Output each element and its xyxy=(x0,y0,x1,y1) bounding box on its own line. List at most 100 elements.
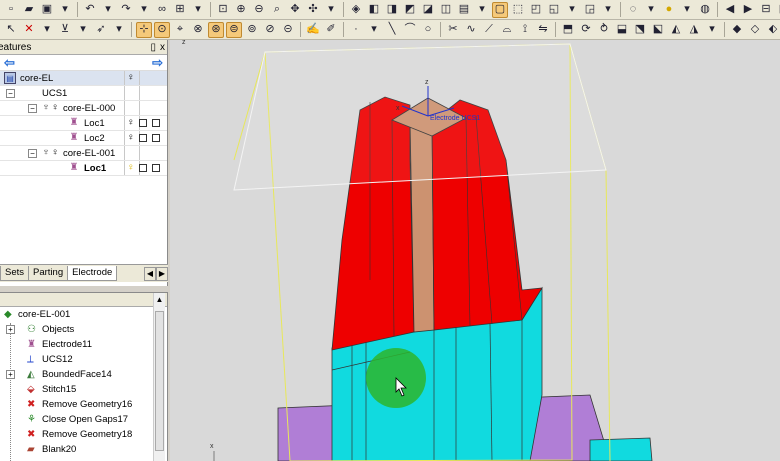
zoom-icon[interactable]: ⌕ xyxy=(269,2,285,18)
revolve-icon[interactable]: ⟳ xyxy=(578,22,594,38)
model-canvas[interactable]: z x Electrode UCS1 z x xyxy=(170,40,780,461)
dropdown-arrow-icon[interactable]: ▾ xyxy=(643,2,659,18)
pick-icon[interactable]: ➶ xyxy=(93,22,109,38)
table-icon[interactable]: ▦ xyxy=(776,2,780,18)
view-top-icon[interactable]: ◧ xyxy=(366,2,382,18)
render-icon[interactable]: ◱ xyxy=(546,2,562,18)
light-bulb-icon[interactable]: ♀ xyxy=(127,132,135,143)
new-file-icon[interactable]: ▫ xyxy=(3,2,19,18)
open-folder-icon[interactable]: ▰ xyxy=(21,2,37,18)
dropdown-arrow-icon[interactable]: ▾ xyxy=(704,22,720,38)
dropdown-arrow-icon[interactable]: ▾ xyxy=(679,2,695,18)
move-face-icon[interactable]: ⬖ xyxy=(765,22,780,38)
face-icon[interactable]: ◆ xyxy=(729,22,745,38)
tree-row-loc1-active[interactable]: ♜ Loc1 ♀ xyxy=(0,161,167,176)
ops-scrollbar[interactable]: ▲ xyxy=(153,293,165,461)
tree-row-core-el-000[interactable]: − ♆ ♀ core-EL-000 xyxy=(0,101,167,116)
tree-view-icon[interactable]: ⊟ xyxy=(758,2,774,18)
layer-checkbox[interactable] xyxy=(152,134,160,142)
sketch-edit-icon[interactable]: ✐ xyxy=(323,22,339,38)
shaded-mode-icon[interactable]: ▢ xyxy=(492,1,508,18)
extrude-icon[interactable]: ⬒ xyxy=(560,22,576,38)
tree-row-core-el[interactable]: ▤ core-EL ♀ xyxy=(0,71,167,86)
ops-item-remove-geometry18[interactable]: ✖ Remove Geometry18 xyxy=(0,427,167,442)
circle-icon[interactable]: ○ xyxy=(420,22,436,38)
collapse-toggle[interactable]: − xyxy=(28,148,37,158)
dropdown-arrow-icon[interactable]: ▾ xyxy=(190,2,206,18)
dropdown-arrow-icon[interactable]: ▾ xyxy=(111,22,127,38)
snap-edge-icon[interactable]: ⌖ xyxy=(172,22,188,38)
snap-quad-icon[interactable]: ⊘ xyxy=(262,22,278,38)
sketch-icon[interactable]: ✍ xyxy=(305,22,321,38)
3d-viewport[interactable]: z x Electrode UCS1 z x xyxy=(170,40,780,461)
trim-icon[interactable]: ✂ xyxy=(445,22,461,38)
view-bottom-icon[interactable]: ◫ xyxy=(438,2,454,18)
rotate-icon[interactable]: ✣ xyxy=(305,2,321,18)
dropdown-arrow-icon[interactable]: ▾ xyxy=(564,2,580,18)
ops-item-remove-geometry16[interactable]: ✖ Remove Geometry16 xyxy=(0,397,167,412)
scroll-thumb[interactable] xyxy=(155,311,164,451)
visibility-checkbox[interactable] xyxy=(139,119,147,127)
link-icon[interactable]: ∞ xyxy=(154,2,170,18)
tree-row-loc2[interactable]: ♜ Loc2 ♀ xyxy=(0,131,167,146)
tree-row-ucs1[interactable]: − UCS1 xyxy=(0,86,167,101)
blend-icon[interactable]: ⬕ xyxy=(650,22,666,38)
point-icon[interactable]: · xyxy=(348,22,364,38)
tree-row-core-el-001[interactable]: − ♆ ♀ core-EL-001 xyxy=(0,146,167,161)
snap-mid-icon[interactable]: ⊚ xyxy=(244,22,260,38)
filter-icon[interactable]: ⊻ xyxy=(57,22,73,38)
forward-arrow-icon[interactable]: ▶ xyxy=(740,2,756,18)
mirror-icon[interactable]: ⇋ xyxy=(535,22,551,38)
yellow-bulb-icon[interactable]: ● xyxy=(661,2,677,18)
light-bulb-icon[interactable]: ♀ xyxy=(127,117,135,128)
snap-center-icon[interactable]: ⊛ xyxy=(208,21,224,38)
dropdown-arrow-icon[interactable]: ▾ xyxy=(75,22,91,38)
draft-icon[interactable]: ◭ xyxy=(668,22,684,38)
tab-electrode[interactable]: Electrode xyxy=(67,266,118,281)
pan-icon[interactable]: ✥ xyxy=(287,2,303,18)
zoom-prev-icon[interactable]: ⊖ xyxy=(251,2,267,18)
surface-icon[interactable]: ◇ xyxy=(747,22,763,38)
ops-root-row[interactable]: ◆ core-EL-001 xyxy=(0,307,167,322)
ops-item-ucs12[interactable]: ⟂ UCS12 xyxy=(0,352,167,367)
view-front-icon[interactable]: ◨ xyxy=(384,2,400,18)
dropdown-arrow-icon[interactable]: ▾ xyxy=(57,2,73,18)
close-panel-button[interactable]: x xyxy=(160,42,165,53)
tab-scroll-left-icon[interactable]: ◀ xyxy=(144,266,156,281)
layer-checkbox[interactable] xyxy=(152,119,160,127)
offset-icon[interactable]: ⟟ xyxy=(517,22,533,38)
dropdown-arrow-icon[interactable]: ▾ xyxy=(366,22,382,38)
wireframe-icon[interactable]: ⬚ xyxy=(510,2,526,18)
light-bulb-icon[interactable]: ◌ xyxy=(625,2,641,18)
snap-grid-icon[interactable]: ⊹ xyxy=(136,21,152,38)
save-icon[interactable]: ▣ xyxy=(39,2,55,18)
spline-icon[interactable]: ∿ xyxy=(463,22,479,38)
zoom-all-icon[interactable]: ⊡ xyxy=(215,2,231,18)
tab-parting[interactable]: Parting xyxy=(28,266,69,281)
snap-tangent-icon[interactable]: ⊝ xyxy=(280,22,296,38)
expand-toggle[interactable]: + xyxy=(6,370,15,379)
view-back-icon[interactable]: ▤ xyxy=(456,2,472,18)
dropdown-arrow-icon[interactable]: ▾ xyxy=(100,2,116,18)
yellow-bulb-icon[interactable]: ♀ xyxy=(127,162,135,173)
tab-sets[interactable]: Sets xyxy=(0,266,30,281)
hidden-line-icon[interactable]: ◰ xyxy=(528,2,544,18)
dropdown-arrow-icon[interactable]: ▾ xyxy=(600,2,616,18)
tab-scroll-right-icon[interactable]: ▶ xyxy=(156,266,168,281)
dropdown-arrow-icon[interactable]: ▾ xyxy=(323,2,339,18)
ops-item-blank20[interactable]: ▰ Blank20 xyxy=(0,442,167,457)
ops-item-stitch15[interactable]: ⬙ Stitch15 xyxy=(0,382,167,397)
view-iso-icon[interactable]: ◈ xyxy=(348,2,364,18)
forward-arrow-icon[interactable]: ⇨ xyxy=(152,55,163,71)
line-icon[interactable]: ╲ xyxy=(384,22,400,38)
pin-icon[interactable]: ▯ xyxy=(150,42,156,53)
collapse-toggle[interactable]: − xyxy=(28,103,37,113)
dropdown-arrow-icon[interactable]: ▾ xyxy=(136,2,152,18)
ops-item-objects[interactable]: + ⚇ Objects xyxy=(0,322,167,337)
ops-item-close-open-gaps17[interactable]: ⚘ Close Open Gaps17 xyxy=(0,412,167,427)
back-arrow-icon[interactable]: ◀ xyxy=(722,2,738,18)
arc-icon[interactable]: ⌒ xyxy=(402,22,418,38)
select-icon[interactable]: ↖ xyxy=(3,22,19,38)
chamfer-icon[interactable]: ⟋ xyxy=(481,22,497,38)
loft-icon[interactable]: ⬓ xyxy=(614,22,630,38)
